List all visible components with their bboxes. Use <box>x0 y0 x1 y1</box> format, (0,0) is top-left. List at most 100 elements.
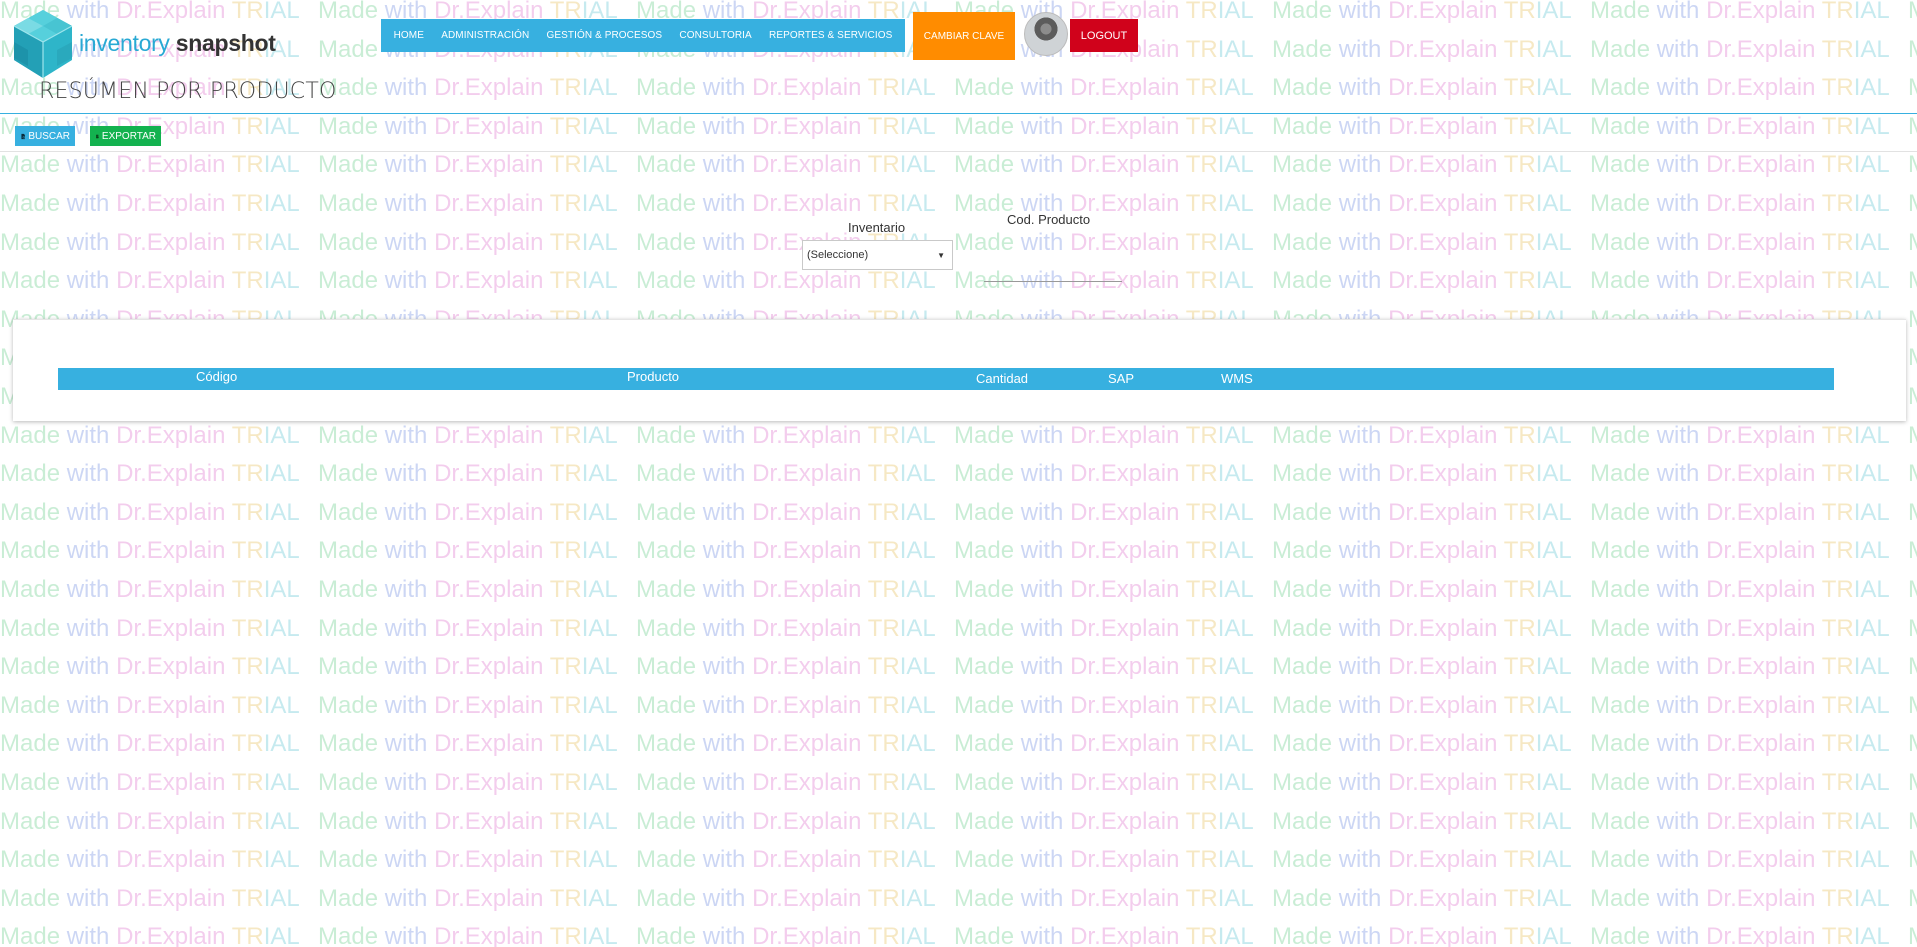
watermark-text: Made with Dr.Explain TRIAL <box>1272 421 1572 449</box>
watermark-text: Made with Dr.Explain TRIAL <box>954 923 1254 947</box>
watermark-text: Made with Dr.Explain TRIAL <box>1908 190 1917 218</box>
watermark-text: Made with Dr.Explain TRIAL <box>318 151 618 179</box>
watermark-text: Made with Dr.Explain TRIAL <box>1908 0 1917 25</box>
watermark-row: Made with Dr.Explain TRIAL Made with Dr.E… <box>0 846 1917 874</box>
watermark-text: Made with Dr.Explain TRIAL <box>1272 923 1572 947</box>
watermark-text: Made with Dr.Explain TRIAL <box>1908 267 1917 295</box>
watermark-text: Made with Dr.Explain TRIAL <box>1272 190 1572 217</box>
watermark-text: Made with Dr.Explain TRIAL <box>318 614 618 642</box>
watermark-text: Made with Dr.Explain TRIAL <box>1590 537 1890 565</box>
watermark-text: Made with Dr.Explain TRIAL <box>318 730 618 758</box>
search-document-icon <box>21 133 26 139</box>
watermark-text: Made with Dr.Explain TRIAL <box>1590 460 1890 488</box>
watermark-text: Made with Dr.Explain TRIAL <box>954 421 1254 449</box>
watermark-text: Made with Dr.Explain TRIAL <box>1908 460 1917 488</box>
inventory-select[interactable]: (Seleccione) ▼ <box>802 240 953 270</box>
nav-item-administracion[interactable]: ADMINISTRACIÓN <box>441 30 529 41</box>
watermark-text: Made with Dr.Explain TRIAL <box>954 228 1254 256</box>
watermark-text: Made with Dr.Explain TRIAL <box>1590 884 1890 912</box>
watermark-text: Made with Dr.Explain TRIAL <box>1590 112 1890 140</box>
watermark-text: Made with Dr.Explain TRIAL <box>1272 884 1572 912</box>
user-avatar[interactable] <box>1024 12 1068 56</box>
watermark-text: Made with Dr.Explain TRIAL <box>1908 499 1917 527</box>
toolbar-divider <box>0 151 1917 152</box>
watermark-text: Made with Dr.Explain TRIAL <box>636 653 936 681</box>
watermark-text: Made with Dr.Explain TRIAL <box>1590 769 1890 796</box>
watermark-text: Made with Dr.Explain TRIAL <box>1908 576 1917 604</box>
watermark-row: Made with Dr.Explain TRIAL Made with Dr.E… <box>0 769 1917 797</box>
watermark-text: Made with Dr.Explain TRIAL <box>318 190 618 217</box>
column-header-cantidad: Cantidad <box>976 371 1029 386</box>
watermark-text: Made with Dr.Explain TRIAL <box>636 74 936 102</box>
nav-item-gestion-procesos[interactable]: GESTIÓN & PROCESOS <box>546 30 662 41</box>
watermark-text: Made with Dr.Explain TRIAL <box>1590 653 1890 681</box>
watermark-text: Made with Dr.Explain TRIAL <box>636 537 936 565</box>
watermark-text: Made with Dr.Explain TRIAL <box>1272 151 1572 179</box>
watermark-text: Made with Dr.Explain TRIAL <box>1272 537 1572 565</box>
watermark-text: Made with Dr.Explain TRIAL <box>954 884 1254 912</box>
watermark-row: Made with Dr.Explain TRIAL Made with Dr.E… <box>0 460 1917 488</box>
watermark-text: Made with Dr.Explain TRIAL <box>954 614 1254 642</box>
watermark-text: Made with Dr.Explain TRIAL <box>0 460 300 488</box>
watermark-text: Made with Dr.Explain TRIAL <box>318 498 618 526</box>
watermark-text: Made with Dr.Explain TRIAL <box>636 498 936 526</box>
watermark-row: Made with Dr.Explain TRIAL Made with Dr.E… <box>0 923 1917 947</box>
watermark-text: Made with Dr.Explain TRIAL <box>0 228 300 256</box>
watermark-text: Made with Dr.Explain TRIAL <box>0 807 300 835</box>
watermark-text: Made with Dr.Explain TRIAL <box>318 653 618 681</box>
watermark-text: Made with Dr.Explain TRIAL <box>636 846 936 874</box>
watermark-text: Made with Dr.Explain TRIAL <box>318 884 618 912</box>
logout-button[interactable]: LOGOUT <box>1070 19 1138 52</box>
watermark-text: Made with Dr.Explain TRIAL <box>636 923 936 947</box>
watermark-text: Made with Dr.Explain TRIAL <box>1590 730 1890 758</box>
results-table-header: Código Producto Cantidad SAP WMS <box>58 368 1834 390</box>
watermark-text: Made with Dr.Explain TRIAL <box>1272 112 1572 140</box>
watermark-text: Made with Dr.Explain TRIAL <box>954 769 1254 796</box>
watermark-text: Made with Dr.Explain TRIAL <box>954 151 1254 179</box>
watermark-row: Made with Dr.Explain TRIAL Made with Dr.E… <box>0 499 1917 527</box>
watermark-text: Made with Dr.Explain TRIAL <box>1908 422 1917 450</box>
watermark-text: Made with Dr.Explain TRIAL <box>636 267 936 295</box>
nav-item-consultoria[interactable]: CONSULTORIA <box>679 30 751 41</box>
watermark-text: Made with Dr.Explain TRIAL <box>1590 691 1890 719</box>
watermark-row: Made with Dr.Explain TRIAL Made with Dr.E… <box>0 267 1917 295</box>
column-header-producto: Producto <box>627 369 680 384</box>
nav-item-reportes-servicios[interactable]: REPORTES & SERVICIOS <box>769 30 892 41</box>
watermark-text: Made with Dr.Explain TRIAL <box>954 537 1254 565</box>
watermark-row: Made with Dr.Explain TRIAL Made with Dr.E… <box>0 422 1917 450</box>
watermark-text: Made with Dr.Explain TRIAL <box>954 576 1254 603</box>
watermark-text: Made with Dr.Explain TRIAL <box>0 923 300 947</box>
watermark-text: Made with Dr.Explain TRIAL <box>1272 769 1572 796</box>
watermark-text: Made with Dr.Explain TRIAL <box>0 614 300 642</box>
nav-item-home[interactable]: HOME <box>394 30 424 41</box>
change-password-button[interactable]: CAMBIAR CLAVE <box>913 12 1015 60</box>
watermark-row: Made with Dr.Explain TRIAL Made with Dr.E… <box>0 113 1917 141</box>
watermark-text: Made with Dr.Explain TRIAL <box>954 807 1254 835</box>
watermark-text: Made with Dr.Explain TRIAL <box>1272 691 1572 719</box>
watermark-text: Made with Dr.Explain TRIAL <box>0 537 300 565</box>
watermark-text: Made with Dr.Explain TRIAL <box>1272 730 1572 758</box>
search-button[interactable]: BUSCAR <box>15 126 75 146</box>
main-nav: HOME ADMINISTRACIÓN GESTIÓN & PROCESOS C… <box>381 19 905 52</box>
watermark-text: Made with Dr.Explain TRIAL <box>0 769 300 796</box>
watermark-row: Made with Dr.Explain TRIAL Made with Dr.E… <box>0 615 1917 643</box>
watermark-text: Made with Dr.Explain TRIAL <box>1590 421 1890 449</box>
search-button-label: BUSCAR <box>28 130 70 142</box>
watermark-text: Made with Dr.Explain TRIAL <box>318 691 618 719</box>
watermark-background: Made with Dr.Explain TRIAL Made with Dr.E… <box>0 0 1917 947</box>
watermark-text: Made with Dr.Explain TRIAL <box>318 807 618 835</box>
watermark-text: Made with Dr.Explain TRIAL <box>318 769 618 796</box>
watermark-text: Made with Dr.Explain TRIAL <box>1908 229 1917 257</box>
watermark-text: Made with Dr.Explain TRIAL <box>0 884 300 912</box>
watermark-text: Made with Dr.Explain TRIAL <box>1908 383 1917 411</box>
watermark-text: Made with Dr.Explain TRIAL <box>1272 35 1572 63</box>
export-button[interactable]: EXPORTAR <box>90 126 161 146</box>
watermark-text: Made with Dr.Explain TRIAL <box>0 151 300 179</box>
product-code-input[interactable] <box>984 255 1122 282</box>
watermark-text: Made with Dr.Explain TRIAL <box>318 537 618 565</box>
page-title: RESÚMEN POR PRODUCTO <box>39 79 337 104</box>
watermark-text: Made with Dr.Explain TRIAL <box>1272 74 1572 102</box>
watermark-row: Made with Dr.Explain TRIAL Made with Dr.E… <box>0 151 1917 179</box>
watermark-text: Made with Dr.Explain TRIAL <box>1272 653 1572 681</box>
watermark-text: Made with Dr.Explain TRIAL <box>0 653 300 681</box>
